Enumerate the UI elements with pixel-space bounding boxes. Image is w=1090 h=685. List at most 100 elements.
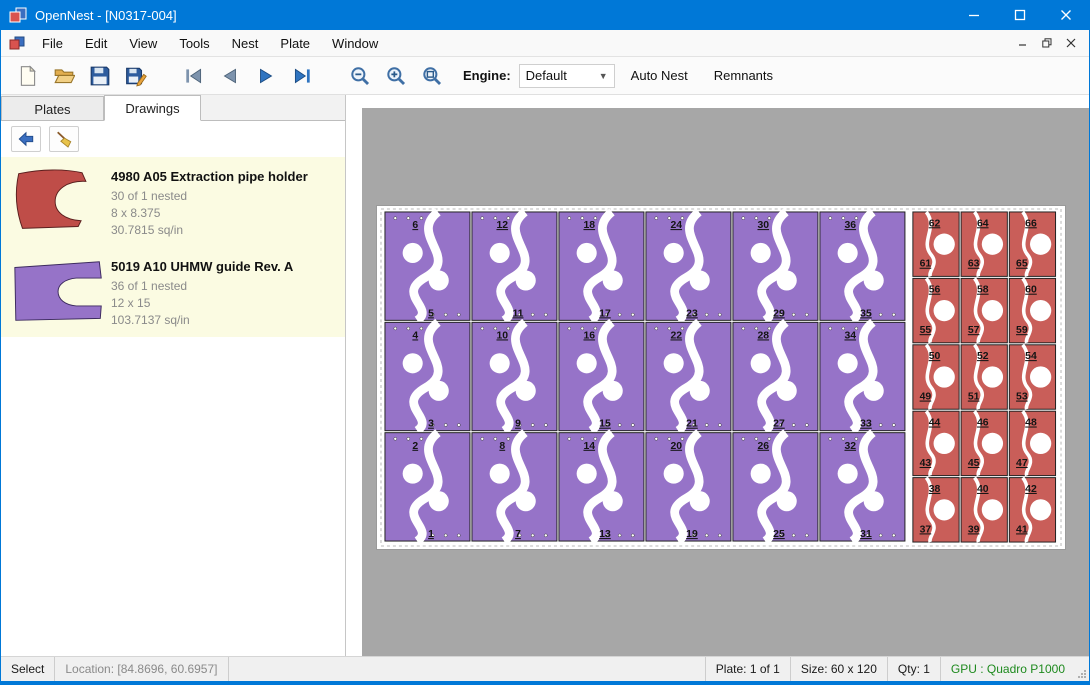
drawing-nested-count: 36 of 1 nested [111, 278, 339, 295]
red-part-pair[interactable]: 4039 [961, 478, 1007, 542]
zoom-fit-button[interactable] [417, 61, 447, 91]
svg-text:39: 39 [968, 524, 980, 535]
content-area: Plates Drawings [1, 95, 1089, 656]
red-part-pair[interactable]: 6665 [1009, 212, 1055, 276]
red-part-pair[interactable]: 6463 [961, 212, 1007, 276]
drawing-thumbnail [7, 165, 111, 239]
purple-part-pair[interactable]: 2423 [646, 212, 731, 320]
red-part-pair[interactable]: 5655 [913, 278, 959, 342]
svg-text:38: 38 [929, 484, 941, 495]
open-button[interactable] [49, 61, 79, 91]
red-part-pair[interactable]: 48 47 [1009, 411, 1055, 475]
drawings-toolbar [1, 121, 345, 157]
red-part-pair[interactable]: 6261 [913, 212, 959, 276]
menu-plate[interactable]: Plate [269, 31, 321, 56]
menu-file[interactable]: File [31, 31, 74, 56]
next-arrow-icon [255, 65, 277, 87]
purple-part-pair[interactable]: 3635 [820, 212, 905, 320]
drawing-thumbnail [7, 255, 111, 329]
purple-part-pair[interactable]: 14 13 [559, 433, 644, 541]
svg-text:48: 48 [1025, 418, 1037, 429]
red-part-pair[interactable]: 4645 [961, 411, 1007, 475]
menu-tools[interactable]: Tools [168, 31, 220, 56]
tab-drawings[interactable]: Drawings [104, 95, 201, 121]
purple-part-pair[interactable]: 2221 [646, 322, 731, 430]
engine-value: Default [526, 68, 567, 83]
drawing-list-item[interactable]: 5019 A10 UHMW guide Rev. A 36 of 1 neste… [1, 247, 345, 337]
red-part-pair[interactable]: 38 37 [913, 478, 959, 542]
part-shape-red [16, 170, 85, 228]
menu-window[interactable]: Window [321, 31, 389, 56]
close-button[interactable] [1043, 0, 1089, 30]
purple-part-pair[interactable]: 2019 [646, 433, 731, 541]
menu-edit[interactable]: Edit [74, 31, 118, 56]
red-part-pair[interactable]: 4443 [913, 411, 959, 475]
drawing-meta: 5019 A10 UHMW guide Rev. A 36 of 1 neste… [111, 255, 339, 329]
purple-part-pair[interactable]: 87 [472, 433, 557, 541]
svg-text:12: 12 [496, 220, 508, 231]
red-part-pair[interactable]: 4241 [1009, 478, 1055, 542]
zoom-out-button[interactable] [345, 61, 375, 91]
save-button[interactable] [85, 61, 115, 91]
svg-text:37: 37 [920, 524, 932, 535]
first-plate-button[interactable] [179, 61, 209, 91]
drawing-size: 8 x 8.375 [111, 205, 339, 222]
resize-grip[interactable] [1075, 657, 1089, 681]
red-part-pair[interactable]: 6059 [1009, 278, 1055, 342]
purple-part-pair[interactable]: 3029 [733, 212, 818, 320]
mdi-close-button[interactable] [1059, 33, 1083, 53]
save-as-button[interactable] [121, 61, 151, 91]
clear-drawings-button[interactable] [49, 126, 79, 152]
purple-part-pair[interactable]: 3433 [820, 322, 905, 430]
svg-text:47: 47 [1016, 458, 1028, 469]
next-plate-button[interactable] [251, 61, 281, 91]
engine-select[interactable]: Default ▼ [519, 64, 615, 88]
drawing-meta: 4980 A05 Extraction pipe holder 30 of 1 … [111, 165, 339, 239]
purple-part-pair[interactable]: 43 [385, 322, 470, 430]
mdi-minimize-button[interactable] [1011, 33, 1035, 53]
last-plate-button[interactable] [287, 61, 317, 91]
drawing-list-item[interactable]: 4980 A05 Extraction pipe holder 30 of 1 … [1, 157, 345, 247]
purple-part-pair[interactable]: 2625 [733, 433, 818, 541]
panel-splitter[interactable] [346, 95, 362, 656]
tab-plates[interactable]: Plates [1, 96, 104, 120]
new-button[interactable] [13, 61, 43, 91]
purple-part-pair[interactable]: 1211 [472, 212, 557, 320]
svg-text:58: 58 [977, 285, 989, 296]
red-part-pair[interactable]: 5251 [961, 345, 1007, 409]
purple-part-pair[interactable]: 109 [472, 322, 557, 430]
minimize-button[interactable] [951, 0, 997, 30]
svg-text:4: 4 [412, 330, 418, 341]
previous-plate-button[interactable] [215, 61, 245, 91]
nest-canvas[interactable]: 6512111817242330293635431091615222128273… [346, 95, 1089, 656]
purple-part-pair[interactable]: 1615 [559, 322, 644, 430]
import-drawing-button[interactable] [11, 126, 41, 152]
purple-part-pair[interactable]: 21 [385, 433, 470, 541]
maximize-button[interactable] [997, 0, 1043, 30]
purple-part-pair[interactable]: 2827 [733, 322, 818, 430]
purple-part-pair[interactable]: 1817 [559, 212, 644, 320]
menu-view[interactable]: View [118, 31, 168, 56]
mdi-restore-button[interactable] [1035, 33, 1059, 53]
svg-text:13: 13 [599, 529, 611, 540]
svg-text:32: 32 [844, 441, 856, 452]
svg-text:14: 14 [583, 441, 595, 452]
status-bar: Select Location: [84.8696, 60.6957] Plat… [1, 656, 1089, 681]
svg-text:62: 62 [929, 218, 941, 229]
purple-part-pair[interactable]: 65 [385, 212, 470, 320]
purple-part-pair[interactable]: 3231 [820, 433, 905, 541]
red-part-pair[interactable]: 5857 [961, 278, 1007, 342]
side-panel: Plates Drawings [1, 95, 346, 656]
zoom-in-button[interactable] [381, 61, 411, 91]
red-part-pair[interactable]: 5453 [1009, 345, 1055, 409]
svg-text:19: 19 [686, 529, 698, 540]
svg-text:1: 1 [428, 529, 434, 540]
plate[interactable]: 6512111817242330293635431091615222128273… [376, 205, 1066, 550]
svg-text:49: 49 [920, 392, 932, 403]
remnants-button[interactable]: Remnants [704, 62, 783, 89]
red-part-pair[interactable]: 5049 [913, 345, 959, 409]
auto-nest-button[interactable]: Auto Nest [621, 62, 698, 89]
menu-nest[interactable]: Nest [221, 31, 270, 56]
svg-text:21: 21 [686, 419, 698, 430]
document-icon[interactable] [9, 35, 25, 51]
